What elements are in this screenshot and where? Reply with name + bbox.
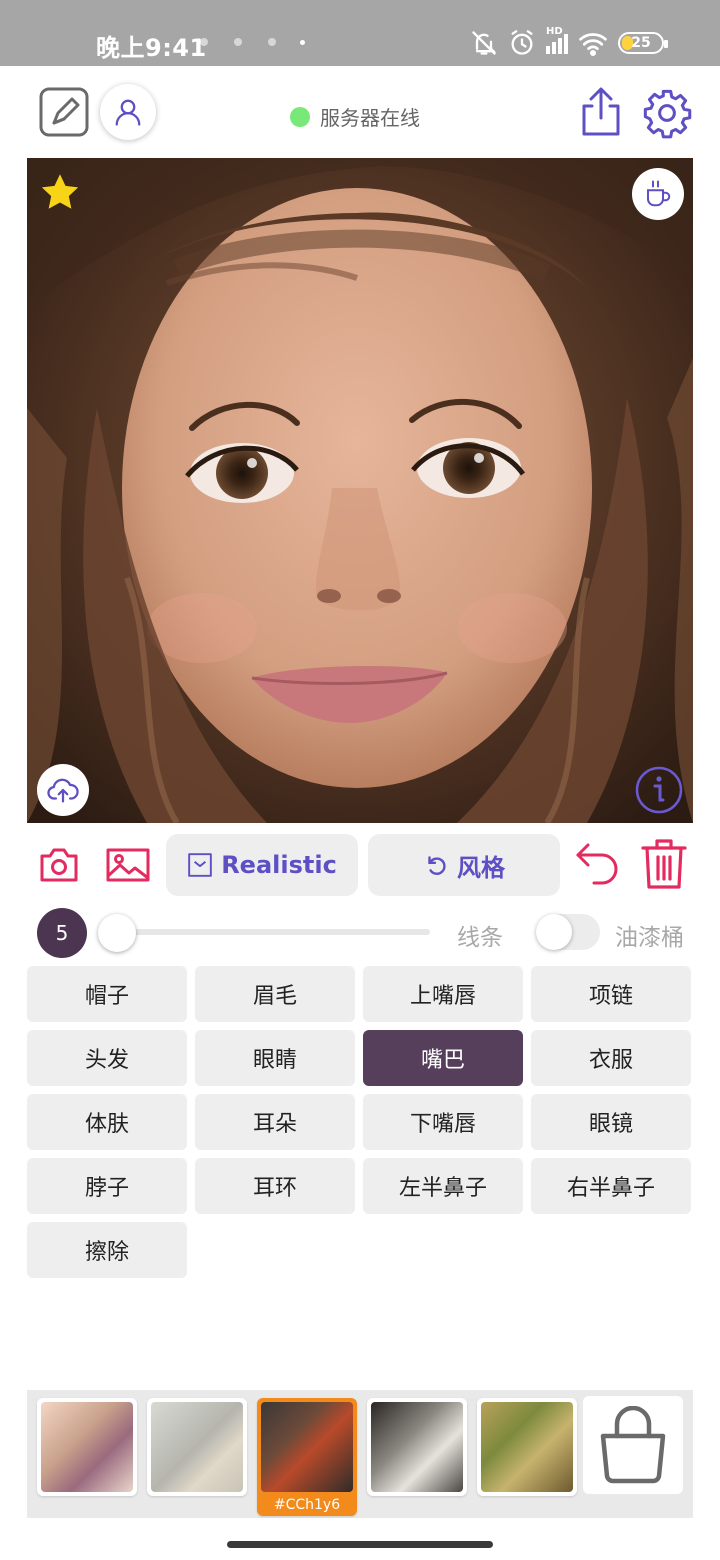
top-bar: 服务器在线: [0, 66, 720, 158]
brush-size-slider-thumb[interactable]: [98, 914, 136, 952]
checkbox-icon: [188, 853, 212, 877]
delete-button[interactable]: [640, 838, 688, 890]
style-preview-image: [371, 1402, 463, 1492]
face-part-grid: 帽子 眉毛 上嘴唇 项链头发 眼睛 嘴巴 衣服体肤 耳朵 下嘴唇 眼镜脖子 耳环 左半鼻子 右半鼻子擦除: [27, 966, 693, 1278]
style-preview-image: [261, 1402, 353, 1492]
coffee-button[interactable]: [632, 168, 684, 220]
bucket-toggle[interactable]: [536, 914, 600, 950]
coffee-cup-icon: [647, 180, 671, 207]
shop-button[interactable]: [583, 1396, 683, 1494]
wifi-icon: [579, 33, 607, 56]
part-button[interactable]: 右半鼻子: [531, 1158, 691, 1214]
status-icons: HD 25: [470, 26, 668, 60]
style-preview-image: [481, 1402, 573, 1492]
brush-size-badge: 5: [37, 908, 87, 958]
server-online-indicator: [290, 106, 310, 127]
brush-controls: 5 线条 油漆桶: [0, 906, 720, 958]
camera-button[interactable]: [38, 846, 80, 884]
battery-icon: 25: [618, 32, 668, 54]
notification-dot-icon: [300, 40, 305, 45]
info-button[interactable]: [633, 764, 685, 816]
share-button[interactable]: [576, 84, 626, 140]
edit-square-icon: [39, 87, 89, 137]
image-icon: [106, 848, 150, 882]
part-button[interactable]: 眼睛: [195, 1030, 355, 1086]
undo-button[interactable]: [574, 838, 622, 888]
tool-row: Realistic 风格: [0, 832, 720, 898]
share-icon: [582, 87, 620, 136]
bell-off-icon: [472, 31, 497, 55]
notification-dot-icon: [200, 38, 208, 46]
part-button[interactable]: 帽子: [27, 966, 187, 1022]
info-icon: [635, 766, 683, 814]
alarm-icon: [511, 30, 533, 55]
notification-dot-icon: [268, 38, 276, 46]
edit-button[interactable]: [38, 86, 90, 138]
part-button[interactable]: 耳朵: [195, 1094, 355, 1150]
camera-icon: [40, 848, 78, 882]
undo-icon: [576, 843, 618, 885]
settings-button[interactable]: [640, 86, 694, 140]
part-button[interactable]: 衣服: [531, 1030, 691, 1086]
part-button[interactable]: 左半鼻子: [363, 1158, 523, 1214]
bucket-mode-label: 油漆桶: [615, 925, 684, 951]
server-status-label: 服务器在线: [320, 106, 420, 130]
favorite-button[interactable]: [37, 170, 83, 216]
home-indicator[interactable]: [227, 1541, 493, 1548]
part-button[interactable]: 嘴巴: [363, 1030, 523, 1086]
part-button[interactable]: 耳环: [195, 1158, 355, 1214]
style-code-label: #CCh1y6: [273, 1497, 341, 1513]
portrait-image: [27, 158, 693, 823]
style-preview-image: [41, 1402, 133, 1492]
gallery-button[interactable]: [105, 846, 151, 884]
part-button[interactable]: 项链: [531, 966, 691, 1022]
style-preview-image: [151, 1402, 243, 1492]
part-button[interactable]: 脖子: [27, 1158, 187, 1214]
upload-button[interactable]: [37, 764, 89, 816]
part-button[interactable]: 眉毛: [195, 966, 355, 1022]
reset-style-label: 风格: [457, 853, 505, 882]
line-mode-label: 线条: [457, 925, 503, 951]
part-button[interactable]: 上嘴唇: [363, 966, 523, 1022]
style-thumbnail[interactable]: [147, 1398, 247, 1496]
brush-size-track[interactable]: [100, 929, 430, 935]
style-thumbnail[interactable]: [367, 1398, 467, 1496]
realistic-style-label: Realistic: [221, 851, 337, 879]
part-button[interactable]: 擦除: [27, 1222, 187, 1278]
style-strip: #CCh1y6: [27, 1390, 693, 1518]
notification-dot-icon: [234, 38, 242, 46]
refresh-icon: [428, 856, 446, 875]
reset-style-button[interactable]: 风格: [368, 834, 560, 896]
battery-percent: 25: [631, 35, 651, 51]
portrait-canvas[interactable]: [27, 158, 693, 823]
part-button[interactable]: 下嘴唇: [363, 1094, 523, 1150]
cloud-upload-icon: [47, 778, 79, 803]
signal-icon: HD: [546, 26, 568, 54]
style-thumbnails: #CCh1y6: [37, 1398, 577, 1516]
user-button[interactable]: [100, 84, 156, 140]
gear-icon: [643, 89, 692, 139]
server-status: 服务器在线: [290, 102, 420, 131]
style-thumbnail[interactable]: [37, 1398, 137, 1496]
trash-icon: [641, 839, 687, 889]
style-thumbnail[interactable]: #CCh1y6: [257, 1398, 357, 1516]
realistic-style-button[interactable]: Realistic: [166, 834, 358, 896]
part-button[interactable]: 体肤: [27, 1094, 187, 1150]
part-button[interactable]: 眼镜: [531, 1094, 691, 1150]
status-bar: 晚上9:41 HD 25: [0, 0, 720, 66]
star-icon: [41, 174, 79, 209]
user-icon: [115, 99, 141, 126]
part-button[interactable]: 头发: [27, 1030, 187, 1086]
shopping-bag-icon: [600, 1406, 666, 1484]
status-time: 晚上9:41: [96, 34, 207, 62]
style-thumbnail[interactable]: [477, 1398, 577, 1496]
